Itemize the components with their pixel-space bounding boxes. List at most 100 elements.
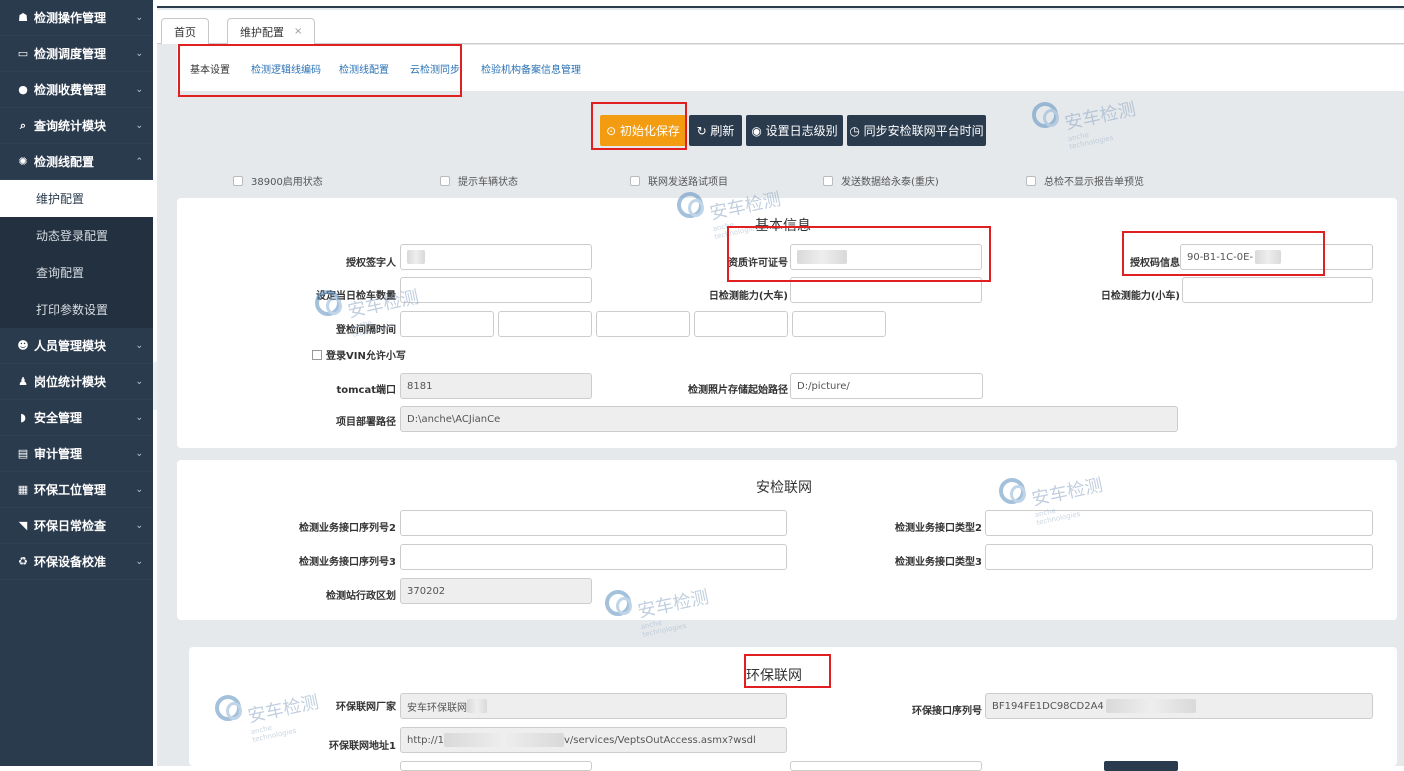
type2-label: 检测业务接口类型2 (895, 523, 982, 534)
sidebar-item-label: 环保日常检查 (34, 519, 107, 533)
checkbox-road-test[interactable]: 联网发送路试项目 (630, 173, 728, 188)
init-save-button[interactable]: ⊙ 初始化保存 (600, 115, 686, 146)
sidebar-item-line-config[interactable]: ✺ 检测线配置 ⌃ (0, 144, 153, 180)
subtab-cloud-sync[interactable]: 云检测同步 (410, 61, 460, 76)
seq2-input[interactable] (400, 510, 787, 536)
checkbox-box[interactable] (1026, 175, 1036, 186)
auth-code-value: 90-B1-1C-0E- (1187, 251, 1254, 263)
sidebar-item-dispatch[interactable]: ▭ 检测调度管理 ⌄ (0, 36, 153, 72)
interval-input-4[interactable] (694, 311, 788, 337)
log-level-button[interactable]: ◉ 设置日志级别 (746, 115, 843, 146)
chevron-down-icon: ⌄ (135, 120, 143, 131)
type3-input[interactable] (985, 544, 1373, 570)
auth-code-input[interactable]: 90-B1-1C-0E- (1180, 244, 1373, 270)
type3-label: 检测业务接口类型3 (895, 557, 982, 568)
sidebar-item-env-station[interactable]: ▦ 环保工位管理 ⌄ (0, 472, 153, 508)
sub-tabs: 基本设置 检测逻辑线编码 检测线配置 云检测同步 检验机构备案信息管理 (177, 45, 1404, 91)
sidebar-subitem-query-config[interactable]: 查询配置 (0, 254, 153, 291)
region-input[interactable]: 370202 (400, 578, 592, 604)
daily-count-input[interactable] (400, 277, 592, 303)
chevron-down-icon: ⌄ (135, 48, 143, 59)
money-icon: ● (18, 83, 28, 96)
chevron-down-icon: ⌄ (135, 340, 143, 351)
option-checkboxes: 38900启用状态 提示车辆状态 联网发送路试项目 发送数据给永泰(重庆) 总检… (157, 173, 1404, 189)
card-icon: ▤ (17, 447, 29, 460)
sidebar-item-label: 检测调度管理 (34, 47, 107, 61)
sidebar-item-security[interactable]: ◗ 安全管理 ⌄ (0, 400, 153, 436)
main-area: 首页 维护配置 × 基本设置 检测逻辑线编码 检测线配置 云检测同步 检验机构备案… (157, 0, 1404, 771)
checkbox-label: 总检不显示报告单预览 (1044, 177, 1144, 188)
sidebar-item-audit[interactable]: ▤ 审计管理 ⌄ (0, 436, 153, 472)
checkbox-vehicle-status[interactable]: 提示车辆状态 (440, 173, 518, 188)
env-vendor-input[interactable]: 安车环保联网 (400, 693, 787, 719)
interval-input-1[interactable] (400, 311, 494, 337)
type2-input[interactable] (985, 510, 1373, 536)
capacity-big-input[interactable] (790, 277, 982, 303)
env-url-input[interactable]: http://1 v/services/VeptsOutAccess.asmx?w… (400, 727, 787, 753)
seq3-input[interactable] (400, 544, 787, 570)
top-bar (157, 0, 1404, 8)
redacted-value (444, 733, 564, 747)
checkbox-box[interactable] (630, 175, 640, 186)
subtab-institution[interactable]: 检验机构备案信息管理 (481, 61, 581, 76)
auth-signer-input[interactable] (400, 244, 592, 270)
sidebar-item-personnel[interactable]: ☻ 人员管理模块 ⌄ (0, 328, 153, 364)
env-next-input-2[interactable] (790, 761, 982, 771)
interval-input-2[interactable] (498, 311, 592, 337)
sidebar-subitem-dynamic-login[interactable]: 动态登录配置 (0, 217, 153, 254)
sidebar-subitem-maintenance[interactable]: 维护配置 (0, 180, 153, 217)
checkbox-box[interactable] (823, 175, 833, 186)
redacted-value (797, 250, 847, 264)
redacted-value (1255, 250, 1282, 264)
deploy-path-input[interactable]: D:\anche\ACJianCe (400, 406, 1178, 432)
sidebar-item-label: 检测收费管理 (34, 83, 107, 97)
interval-input-5[interactable] (792, 311, 886, 337)
checkbox-38900[interactable]: 38900启用状态 (233, 173, 323, 188)
subtab-logic-line[interactable]: 检测逻辑线编码 (251, 61, 321, 76)
checkbox-yongtai[interactable]: 发送数据给永泰(重庆) (823, 173, 939, 188)
sidebar-item-env-calibration[interactable]: ♻ 环保设备校准 ⌄ (0, 544, 153, 580)
checkbox-box[interactable] (440, 175, 450, 186)
tab-label: 首页 (174, 25, 196, 39)
photo-path-input[interactable]: D:/picture/ (790, 373, 983, 399)
sidebar-item-query-stats[interactable]: ⌕ 查询统计模块 ⌄ (0, 108, 153, 144)
license-no-input[interactable] (790, 244, 982, 270)
close-icon[interactable]: × (294, 26, 302, 37)
sidebar-item-fees[interactable]: ● 检测收费管理 ⌄ (0, 72, 153, 108)
capacity-small-input[interactable] (1182, 277, 1373, 303)
refresh-button[interactable]: ↻ 刷新 (689, 115, 742, 146)
tab-home[interactable]: 首页 (161, 18, 209, 44)
page-tabs: 首页 维护配置 × (157, 10, 1404, 44)
chevron-up-icon: ⌃ (135, 156, 143, 167)
env-serial-label: 环保接口序列号 (912, 706, 982, 717)
sidebar-item-label: 审计管理 (34, 447, 83, 461)
subtab-line-config[interactable]: 检测线配置 (339, 61, 389, 76)
vin-lowercase-checkbox[interactable]: 登录VIN允许小写 (312, 347, 406, 362)
sidebar-subitem-print-params[interactable]: 打印参数设置 (0, 291, 153, 328)
gear-icon: ✺ (18, 155, 28, 168)
tab-maintenance[interactable]: 维护配置 × (227, 18, 316, 44)
deploy-path-label: 项目部署路径 (336, 417, 396, 428)
region-label: 检测站行政区划 (326, 591, 396, 602)
subtab-basic[interactable]: 基本设置 (190, 61, 230, 76)
checkbox-box[interactable] (312, 349, 322, 360)
sidebar-item-inspection-operation[interactable]: ☗ 检测操作管理 ⌄ (0, 0, 153, 36)
checkbox-label: 联网发送路试项目 (648, 177, 728, 188)
checkbox-no-preview[interactable]: 总检不显示报告单预览 (1026, 173, 1144, 188)
auth-code-label: 授权码信息 (1130, 258, 1180, 269)
sidebar-item-post-stats[interactable]: ♟ 岗位统计模块 ⌄ (0, 364, 153, 400)
sync-time-button[interactable]: ◷ 同步安检联网平台时间 (847, 115, 986, 146)
env-next-input[interactable] (400, 761, 592, 771)
interval-input-3[interactable] (596, 311, 690, 337)
env-serial-input[interactable]: BF194FE1DC98CD2A4 (985, 693, 1373, 719)
interval-label: 登检间隔时间 (336, 325, 396, 336)
chevron-down-icon: ⌄ (135, 84, 143, 95)
sidebar-item-env-daily[interactable]: ◥ 环保日常检查 ⌄ (0, 508, 153, 544)
shield-icon: ◗ (20, 411, 26, 424)
safety-network-panel: 安检联网 检测业务接口序列号2 检测业务接口类型2 检测业务接口序列号3 检测业… (177, 460, 1397, 620)
env-action-button[interactable] (1104, 761, 1178, 771)
tomcat-port-input[interactable]: 8181 (400, 373, 592, 399)
checkbox-box[interactable] (233, 175, 243, 186)
chevron-down-icon: ⌄ (135, 556, 143, 567)
env-serial-value: BF194FE1DC98CD2A4 (992, 700, 1104, 712)
